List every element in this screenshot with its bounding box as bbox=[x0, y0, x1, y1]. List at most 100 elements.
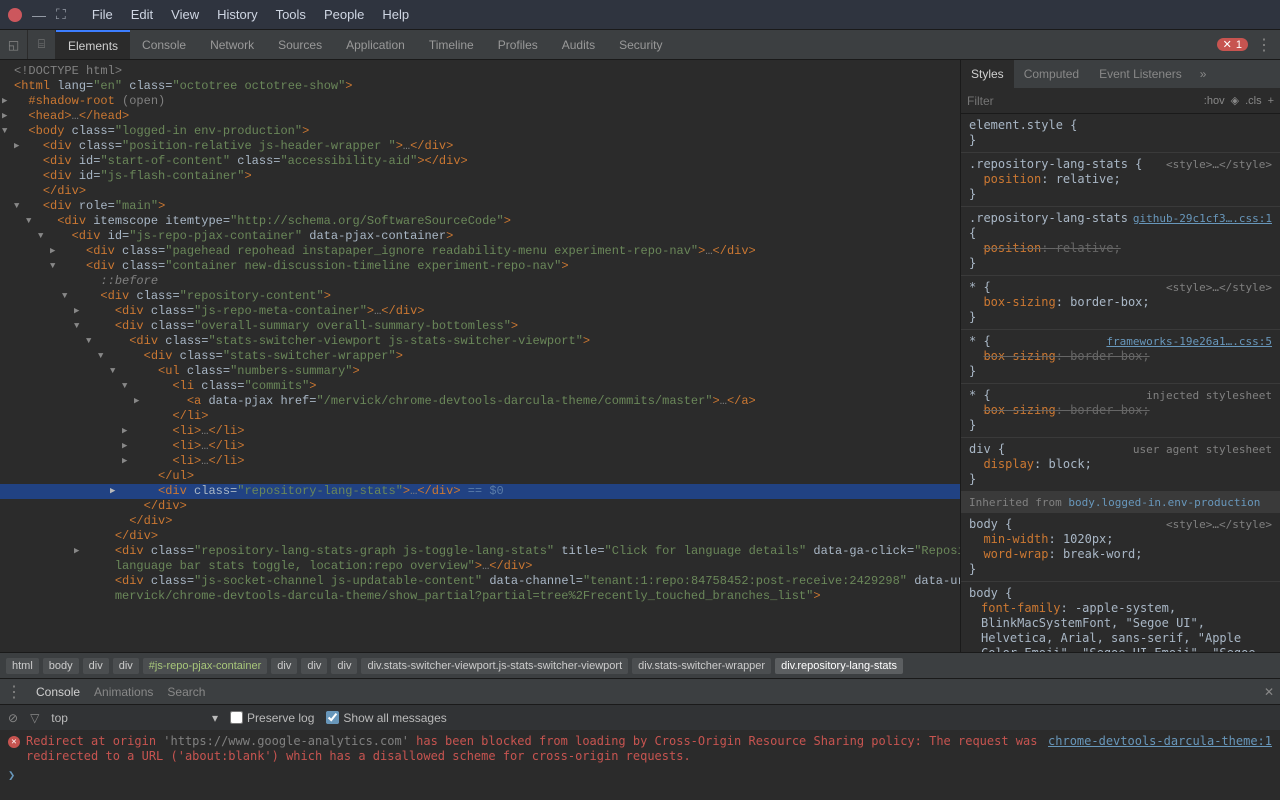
dom-line[interactable]: ▼ <div class="repository-content"> bbox=[14, 289, 960, 304]
preserve-log-checkbox[interactable]: Preserve log bbox=[230, 711, 314, 725]
dom-line[interactable]: ▶ <div class="js-repo-meta-container">…<… bbox=[14, 304, 960, 319]
close-icon[interactable] bbox=[8, 8, 22, 22]
console-output[interactable]: ✕ Redirect at origin 'https://www.google… bbox=[0, 730, 1280, 800]
filter-icon[interactable]: ▽ bbox=[30, 711, 39, 725]
tab-console[interactable]: Console bbox=[130, 30, 198, 59]
dom-line[interactable]: ▼ <div class="overall-summary overall-su… bbox=[14, 319, 960, 334]
more-icon[interactable]: ⋮ bbox=[1256, 35, 1272, 55]
dom-line[interactable]: ::before bbox=[14, 274, 960, 289]
style-selector[interactable]: body bbox=[969, 517, 998, 531]
dom-line[interactable]: ▶ <div class="repository-lang-stats-grap… bbox=[14, 544, 960, 574]
context-selector[interactable]: top ▾ bbox=[51, 711, 218, 725]
crumb[interactable]: div bbox=[271, 658, 297, 674]
pin-icon[interactable]: ◈ bbox=[1231, 94, 1239, 107]
dom-line[interactable]: <div class="js-socket-channel js-updatab… bbox=[14, 574, 960, 604]
dom-line[interactable]: </div> bbox=[14, 514, 960, 529]
tab-audits[interactable]: Audits bbox=[550, 30, 607, 59]
dom-line[interactable]: ▶ #shadow-root (open) bbox=[14, 94, 960, 109]
dom-line[interactable]: ▼ <div class="stats-switcher-viewport js… bbox=[14, 334, 960, 349]
styles-pane[interactable]: element.style { } <style>…</style> .repo… bbox=[961, 114, 1280, 652]
dom-line[interactable]: ▼ <body class="logged-in env-production"… bbox=[14, 124, 960, 139]
style-selector[interactable]: * bbox=[969, 280, 976, 294]
menu-people[interactable]: People bbox=[324, 7, 364, 22]
elements-tree[interactable]: <!DOCTYPE html> <html lang="en" class="o… bbox=[0, 60, 960, 652]
menu-tools[interactable]: Tools bbox=[276, 7, 306, 22]
hov-button[interactable]: :hov bbox=[1204, 95, 1225, 107]
drawer-menu-icon[interactable]: ⋮ bbox=[6, 682, 22, 702]
dom-line[interactable]: ▶ <li>…</li> bbox=[14, 439, 960, 454]
crumb[interactable]: div bbox=[83, 658, 109, 674]
crumb[interactable]: #js-repo-pjax-container bbox=[143, 658, 268, 674]
dom-line[interactable]: </div> bbox=[14, 184, 960, 199]
crumb[interactable]: html bbox=[6, 658, 39, 674]
tab-security[interactable]: Security bbox=[607, 30, 674, 59]
dom-line[interactable]: <div id="start-of-content" class="access… bbox=[14, 154, 960, 169]
drawer-close-icon[interactable]: ✕ bbox=[1264, 685, 1274, 699]
inspect-icon[interactable]: ◱ bbox=[0, 30, 28, 59]
drawer-tab-search[interactable]: Search bbox=[167, 685, 205, 699]
crumb[interactable]: div.stats-switcher-wrapper bbox=[632, 658, 771, 674]
minimize-icon[interactable]: — bbox=[32, 7, 46, 23]
cls-button[interactable]: .cls bbox=[1245, 95, 1262, 107]
menu-edit[interactable]: Edit bbox=[131, 7, 153, 22]
dom-line[interactable]: ▶ <li>…</li> bbox=[14, 424, 960, 439]
menu-help[interactable]: Help bbox=[382, 7, 409, 22]
console-source-link[interactable]: chrome-devtools-darcula-theme:1 bbox=[1048, 734, 1272, 764]
style-selector[interactable]: div bbox=[969, 442, 991, 456]
style-source[interactable]: <style>…</style> bbox=[1166, 280, 1272, 295]
dom-line[interactable]: ▶ <a data-pjax href="/mervick/chrome-dev… bbox=[14, 394, 960, 409]
show-all-checkbox[interactable]: Show all messages bbox=[326, 711, 446, 725]
clear-console-icon[interactable]: ⊘ bbox=[8, 711, 18, 725]
dom-line[interactable]: </ul> bbox=[14, 469, 960, 484]
sidebar-tab-events[interactable]: Event Listeners bbox=[1089, 60, 1192, 88]
drawer-tab-animations[interactable]: Animations bbox=[94, 685, 153, 699]
tab-profiles[interactable]: Profiles bbox=[486, 30, 550, 59]
style-selector[interactable]: .repository-lang-stats bbox=[969, 157, 1128, 171]
style-source-link[interactable]: github-29c1cf3….css:1 bbox=[1133, 211, 1272, 226]
menu-view[interactable]: View bbox=[171, 7, 199, 22]
dom-line-selected[interactable]: ▶ <div class="repository-lang-stats">…</… bbox=[0, 484, 960, 499]
style-selector[interactable]: .repository-lang-stats bbox=[969, 211, 1128, 225]
dom-line[interactable]: <html lang="en" class="octotree octotree… bbox=[14, 79, 960, 94]
style-selector[interactable]: element.style { bbox=[969, 118, 1272, 133]
crumb[interactable]: div bbox=[331, 658, 357, 674]
style-source-link[interactable]: frameworks-19e26a1….css:5 bbox=[1106, 334, 1272, 349]
style-source[interactable]: <style>…</style> bbox=[1166, 517, 1272, 532]
tab-elements[interactable]: Elements bbox=[56, 30, 130, 59]
style-source[interactable]: <style>…</style> bbox=[1166, 157, 1272, 172]
crumb-selected[interactable]: div.repository-lang-stats bbox=[775, 658, 903, 674]
device-toggle-icon[interactable]: ⌸ bbox=[28, 30, 56, 59]
dom-line[interactable]: <div id="js-flash-container"> bbox=[14, 169, 960, 184]
maximize-icon[interactable]: ⛶ bbox=[56, 6, 66, 23]
console-prompt-icon[interactable]: ❯ bbox=[8, 768, 1272, 782]
style-selector[interactable]: body bbox=[969, 586, 998, 600]
menu-file[interactable]: File bbox=[92, 7, 113, 22]
drawer-tab-console[interactable]: Console bbox=[36, 685, 80, 699]
crumb[interactable]: body bbox=[43, 658, 79, 674]
console-error-message[interactable]: ✕ Redirect at origin 'https://www.google… bbox=[8, 734, 1272, 764]
dom-line[interactable]: ▼ <ul class="numbers-summary"> bbox=[14, 364, 960, 379]
tab-sources[interactable]: Sources bbox=[266, 30, 334, 59]
style-selector[interactable]: * bbox=[969, 388, 976, 402]
dom-line[interactable]: ▶ <div class="position-relative js-heade… bbox=[14, 139, 960, 154]
tab-network[interactable]: Network bbox=[198, 30, 266, 59]
dom-line[interactable]: <!DOCTYPE html> bbox=[14, 64, 960, 79]
crumb[interactable]: div bbox=[113, 658, 139, 674]
sidebar-tab-styles[interactable]: Styles bbox=[961, 60, 1014, 88]
style-selector[interactable]: * bbox=[969, 334, 976, 348]
tab-timeline[interactable]: Timeline bbox=[417, 30, 486, 59]
dom-line[interactable]: ▼ <div id="js-repo-pjax-container" data-… bbox=[14, 229, 960, 244]
sidebar-more-icon[interactable]: » bbox=[1192, 60, 1215, 88]
crumb[interactable]: div.stats-switcher-viewport.js-stats-swi… bbox=[361, 658, 628, 674]
dom-line[interactable]: </li> bbox=[14, 409, 960, 424]
dom-line[interactable]: ▼ <div itemscope itemtype="http://schema… bbox=[14, 214, 960, 229]
sidebar-tab-computed[interactable]: Computed bbox=[1014, 60, 1089, 88]
menu-history[interactable]: History bbox=[217, 7, 257, 22]
dom-line[interactable]: ▼ <div class="container new-discussion-t… bbox=[14, 259, 960, 274]
dom-line[interactable]: ▶ <div class="pagehead repohead instapap… bbox=[14, 244, 960, 259]
dom-line[interactable]: ▼ <div class="stats-switcher-wrapper"> bbox=[14, 349, 960, 364]
dom-line[interactable]: ▼ <li class="commits"> bbox=[14, 379, 960, 394]
crumb[interactable]: div bbox=[301, 658, 327, 674]
add-rule-button[interactable]: + bbox=[1268, 95, 1274, 107]
dom-line[interactable]: ▶ <li>…</li> bbox=[14, 454, 960, 469]
